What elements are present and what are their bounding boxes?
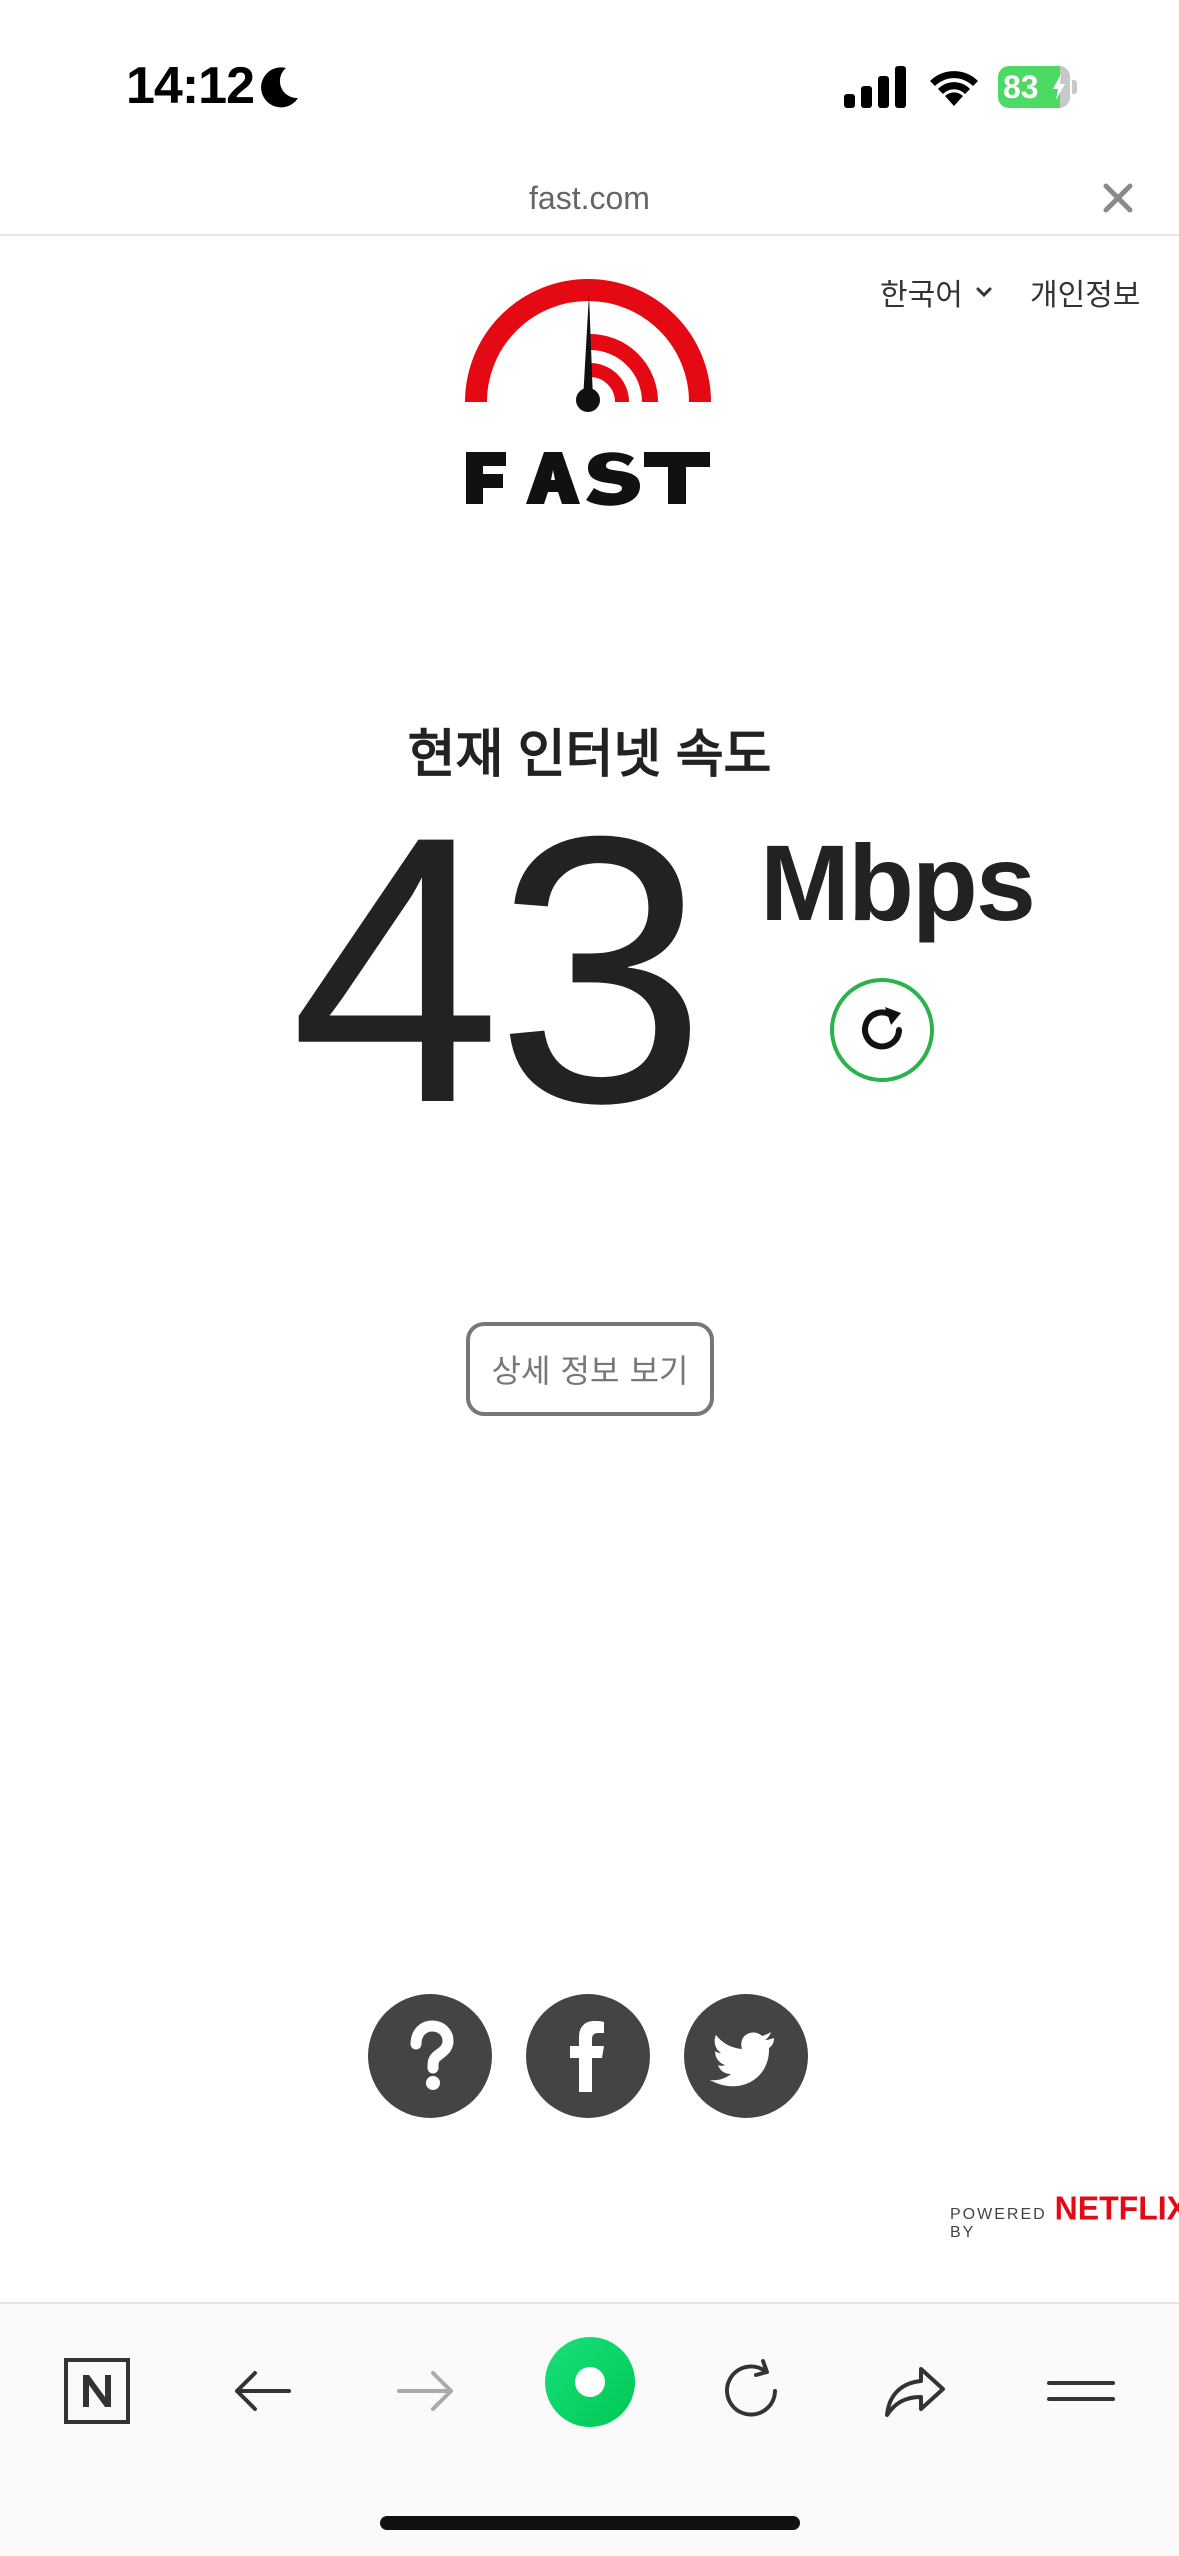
refresh-test-button[interactable] [830,978,934,1082]
forward-arrow-icon [397,2371,453,2411]
twitter-icon [710,2032,774,2087]
reload-icon [725,2359,777,2417]
netflix-wordmark: NETFLIX [1054,2189,1179,2227]
menu-button[interactable] [1036,2346,1126,2436]
signal-icon [844,66,906,108]
home-indicator [380,2516,800,2530]
close-icon[interactable] [1100,180,1136,216]
menu-icon [1047,2381,1115,2401]
status-time: 14:12 [126,57,255,115]
naver-icon [64,2358,130,2424]
share-button[interactable] [870,2346,960,2436]
show-details-button[interactable]: 상세 정보 보기 [466,1322,714,1416]
chevron-down-icon [976,287,992,298]
privacy-link[interactable]: 개인정보 [1030,270,1140,314]
home-dot-icon [545,2337,635,2427]
facebook-share-button[interactable] [526,1994,650,2118]
back-arrow-icon [235,2371,291,2411]
speed-value: 43 [290,757,707,1182]
facebook-icon [570,2021,604,2092]
address-bar[interactable]: fast.com [0,160,1179,236]
home-button[interactable] [544,2336,636,2428]
reload-button[interactable] [706,2346,796,2436]
twitter-share-button[interactable] [684,1994,808,2118]
naver-home-button[interactable] [52,2346,142,2436]
moon-icon [261,67,298,108]
battery-level: 83 [1003,69,1039,105]
language-label: 한국어 [880,279,963,312]
forward-button[interactable] [380,2346,470,2436]
help-icon [410,2020,454,2090]
help-button[interactable] [368,1994,492,2118]
refresh-icon [862,1007,902,1050]
wifi-icon [930,71,978,106]
speed-unit: Mbps [760,822,1036,943]
language-select[interactable]: 한국어 [880,270,995,314]
battery-icon: 83 [998,66,1078,108]
url-text: fast.com [529,180,650,216]
share-icon [885,2367,945,2417]
powered-by-netflix[interactable]: POWERED BY NETFLIX [950,2189,1179,2242]
powered-by-text: POWERED BY [950,2206,1047,2241]
back-button[interactable] [218,2346,308,2436]
fast-logo [465,279,711,506]
status-bar: 14:12 83 [0,0,1179,160]
